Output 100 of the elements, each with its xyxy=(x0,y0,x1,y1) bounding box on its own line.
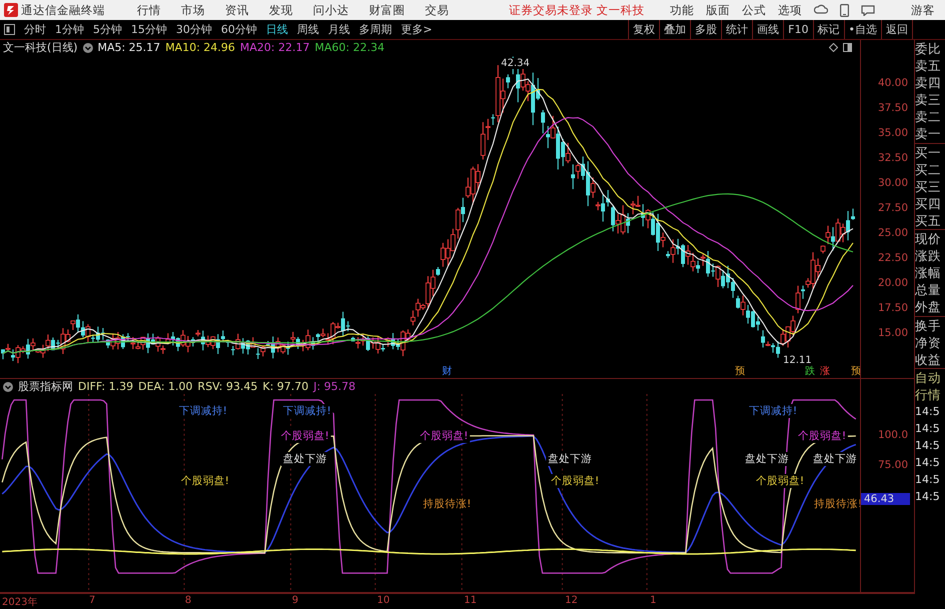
price-axis-label: 20.00 xyxy=(878,277,908,289)
price-axis-label: 35.00 xyxy=(878,127,908,139)
quote-label: 委比 xyxy=(915,40,942,58)
quote-label: 涨跌 xyxy=(915,247,942,264)
quote-label: 买四 xyxy=(915,194,942,212)
time-axis-label: 2023年 xyxy=(2,596,38,609)
quote-label: 卖二 xyxy=(915,108,942,126)
period-tab[interactable]: 多周期 xyxy=(359,22,392,37)
menu-item[interactable]: 问小达 xyxy=(313,2,349,18)
time-axis-label: 1 xyxy=(650,595,656,606)
menu-item[interactable]: 发现 xyxy=(269,2,293,18)
signal-label: 盘处下游 xyxy=(281,452,329,466)
signal-label: 个股弱盘! xyxy=(278,429,332,443)
event-mark[interactable]: 涨 xyxy=(820,364,830,378)
indicator-name[interactable]: 股票指标网 xyxy=(18,379,73,394)
mode-label[interactable]: 行情 xyxy=(915,386,945,403)
quote-label: 外盘 xyxy=(915,298,945,316)
indicator-axis-label: 100.0 xyxy=(878,429,908,441)
event-mark[interactable]: 跌 xyxy=(805,364,815,378)
menu-item[interactable]: 资讯 xyxy=(225,2,249,18)
signal-label: 盘处下游 xyxy=(546,452,594,466)
quote-label: 净资 xyxy=(915,334,942,351)
period-tab[interactable]: 更多> xyxy=(401,22,432,37)
trade-time: 14:5 xyxy=(915,404,941,420)
period-tab[interactable]: 30分钟 xyxy=(176,22,212,37)
time-axis-label: 7 xyxy=(89,595,96,606)
stock-title: 文一科技(日线) xyxy=(3,40,78,55)
diamond-icon[interactable] xyxy=(829,43,838,52)
time-axis-label: 8 xyxy=(185,595,192,606)
period-tab[interactable]: 日线 xyxy=(266,22,288,37)
trade-time: 14:5 xyxy=(915,472,941,488)
indicator-axis-label: 75.00 xyxy=(878,459,908,471)
menu-item[interactable]: 行情 xyxy=(137,2,161,18)
trade-time: 14:5 xyxy=(915,438,941,454)
price-axis-label: 32.50 xyxy=(878,152,908,164)
period-tab[interactable]: 月线 xyxy=(328,22,350,37)
period-tab[interactable]: 60分钟 xyxy=(221,22,257,37)
period-tab[interactable]: 15分钟 xyxy=(131,22,167,37)
period-tab[interactable]: 5分钟 xyxy=(93,22,122,37)
time-axis-label: 11 xyxy=(464,595,477,606)
menu-item[interactable]: 财富圈 xyxy=(369,2,405,18)
cloud-icon[interactable] xyxy=(814,4,828,16)
time-axis-label: 12 xyxy=(565,595,578,606)
quote-label: 涨幅 xyxy=(915,264,942,282)
quote-label: 卖五 xyxy=(915,57,942,74)
panel-toggle-icon[interactable] xyxy=(4,24,15,35)
event-mark[interactable]: 预 xyxy=(851,364,861,378)
menu-item[interactable]: 公式 xyxy=(742,2,766,18)
message-icon[interactable] xyxy=(861,4,875,16)
login-notice[interactable]: 证券交易未登录 文一科技 xyxy=(509,2,645,18)
trade-time: 14:5 xyxy=(915,421,941,438)
event-mark[interactable]: 财 xyxy=(442,364,452,378)
trade-time: 14:5 xyxy=(915,489,941,506)
current-value-tag: 46.43 xyxy=(861,493,910,505)
app-name: 通达信金融终端 xyxy=(21,2,105,18)
dropdown-circle-icon[interactable] xyxy=(82,42,93,52)
quote-label: 卖三 xyxy=(915,91,942,108)
menu-item[interactable]: 交易 xyxy=(425,2,449,18)
menu-item[interactable]: 版面 xyxy=(706,2,730,18)
trade-time: 14:5 xyxy=(915,455,941,472)
period-tab[interactable]: 周线 xyxy=(297,22,319,37)
quote-label: 卖一 xyxy=(915,125,945,144)
price-axis-label: 30.00 xyxy=(878,177,908,189)
indicator-value: J: 95.78 xyxy=(314,380,356,393)
signal-label: 盘处下游 xyxy=(811,452,859,466)
ma-legend-value: MA5: 25.17 xyxy=(98,41,160,54)
menu-item[interactable]: 市场 xyxy=(181,2,205,18)
quote-label: 买二 xyxy=(915,160,942,178)
time-axis-label: 9 xyxy=(292,595,298,606)
ma-legend-value: MA10: 24.96 xyxy=(165,41,236,54)
menu-item[interactable]: 功能 xyxy=(670,2,694,18)
quote-label: 买三 xyxy=(915,178,942,195)
period-tab[interactable]: 分时 xyxy=(24,22,46,37)
user-label[interactable]: 游客 xyxy=(911,2,935,18)
high-price-label: 42.34 xyxy=(500,58,531,69)
ma-legend-value: MA20: 22.17 xyxy=(240,41,310,54)
phone-icon[interactable] xyxy=(840,4,849,16)
price-axis-label: 22.50 xyxy=(878,252,908,264)
quote-label: 换手 xyxy=(915,316,942,334)
quote-label: 卖四 xyxy=(915,74,942,92)
quote-label: 收益 xyxy=(915,350,945,369)
dropdown-circle-icon[interactable] xyxy=(3,382,13,392)
time-axis-label: 10 xyxy=(377,595,390,606)
low-price-label: 12.11 xyxy=(782,355,813,366)
signal-label: 个股弱盘! xyxy=(796,429,848,443)
quote-label: 现价 xyxy=(915,230,942,248)
app-logo-icon xyxy=(4,3,18,17)
price-axis-label: 17.50 xyxy=(878,302,908,314)
price-axis-label: 15.00 xyxy=(878,327,908,339)
event-mark[interactable]: 预 xyxy=(735,364,745,378)
quote-label: 买五 xyxy=(915,212,945,230)
period-tab[interactable]: 1分钟 xyxy=(55,22,84,37)
indicator-value: K: 97.70 xyxy=(262,380,309,393)
menu-item[interactable]: 选项 xyxy=(778,2,802,18)
square-icon[interactable] xyxy=(843,43,852,52)
quote-label: 总量 xyxy=(915,281,942,298)
price-axis-label: 40.00 xyxy=(878,77,908,89)
indicator-value: RSV: 93.45 xyxy=(198,380,258,393)
mode-label[interactable]: 自动 xyxy=(915,368,945,386)
quote-label: 买一 xyxy=(915,144,942,161)
